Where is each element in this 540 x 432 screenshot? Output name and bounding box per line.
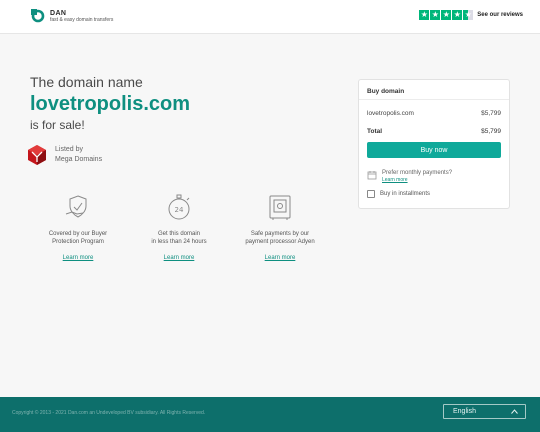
learn-more-link[interactable]: Learn more [63, 255, 94, 261]
trustpilot-widget[interactable]: ★ ★ ★ ★ ★ See our reviews [419, 10, 523, 20]
star-icon: ★ [430, 10, 441, 20]
dan-logo-icon [31, 9, 45, 23]
monthly-question: Prefer monthly payments? [382, 170, 453, 176]
installments-option[interactable]: Buy in installments [359, 190, 509, 198]
buy-card-title: Buy domain [359, 80, 509, 100]
feature-fast-transfer: 24 Get this domain in less than 24 hours… [135, 192, 223, 261]
listed-by-label: Listed by [55, 146, 84, 153]
total-price: $5,799 [481, 128, 501, 135]
mega-domains-cube-icon [28, 145, 46, 165]
safe-icon [269, 195, 291, 220]
language-selector[interactable]: English [443, 404, 526, 419]
hero-headline: The domain name lovetropolis.com is for … [30, 73, 190, 133]
trustpilot-label[interactable]: See our reviews [477, 12, 523, 18]
feature-safe-payments: Safe payments by our payment processor A… [236, 192, 324, 261]
star-icon: ★ [452, 10, 463, 20]
domain-price-row: lovetropolis.com $5,799 [359, 110, 509, 117]
feature-text: Safe payments by our payment processor A… [245, 231, 315, 245]
monthly-learn-more-link[interactable]: Learn more [382, 177, 452, 183]
star-icon: ★ [419, 10, 430, 20]
language-label[interactable]: English [453, 408, 476, 415]
dan-logo[interactable]: DAN fast & easy domain transfers [31, 9, 113, 23]
installments-checkbox[interactable] [367, 190, 375, 198]
hero-line3: is for sale! [30, 118, 85, 132]
learn-more-link[interactable]: Learn more [164, 255, 195, 261]
half-star-icon: ★ [463, 10, 474, 20]
logo-tagline: fast & easy domain transfers [50, 16, 114, 23]
star-icon: ★ [441, 10, 452, 20]
hero-line1: The domain name [30, 74, 143, 90]
calendar-icon [367, 171, 377, 180]
buy-domain-card: Buy domain lovetropolis.com $5,799 Total… [358, 79, 510, 209]
stopwatch-24-icon: 24 [168, 194, 190, 220]
domain-name: lovetropolis.com [30, 93, 191, 115]
logo-name: DAN [50, 9, 67, 17]
buy-domain-name: lovetropolis.com [367, 110, 414, 117]
feature-text: Covered by our Buyer Protection Program [48, 231, 108, 245]
rating-stars: ★ ★ ★ ★ ★ [419, 10, 474, 20]
feature-list: Covered by our Buyer Protection Program … [34, 192, 324, 261]
copyright-text: Copyright © 2013 - 2021 Dan.com an Undev… [12, 410, 206, 416]
installments-label[interactable]: Buy in installments [380, 191, 430, 197]
feature-text: Get this domain in less than 24 hours [151, 231, 207, 245]
seller-name: Mega Domains [55, 156, 103, 163]
chevron-up-icon [511, 409, 518, 414]
feature-buyer-protection: Covered by our Buyer Protection Program … [34, 192, 122, 261]
page-footer: Copyright © 2013 - 2021 Dan.com an Undev… [0, 397, 540, 432]
shield-hand-icon [65, 195, 87, 218]
learn-more-link[interactable]: Learn more [265, 255, 296, 261]
total-row: Total $5,799 [359, 128, 509, 135]
total-label: Total [367, 128, 383, 135]
seller-info: Listed by Mega Domains [27, 144, 102, 166]
domain-price: $5,799 [481, 110, 501, 117]
top-header: DAN fast & easy domain transfers ★ ★ ★ ★… [0, 0, 540, 34]
svg-text:24: 24 [175, 206, 184, 214]
monthly-payments-info: Prefer monthly payments? Learn more [359, 170, 509, 183]
buy-now-button[interactable]: Buy now [367, 142, 501, 158]
